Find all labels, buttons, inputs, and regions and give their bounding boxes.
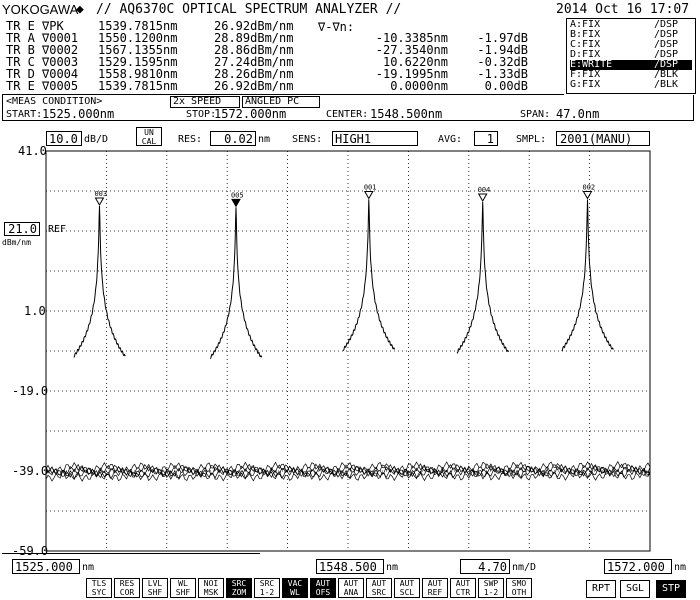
marker-004-icon <box>477 193 488 202</box>
softkey-src-1-2[interactable]: SRC 1-2 <box>254 578 280 598</box>
span-label: SPAN: <box>520 109 551 120</box>
sampling-field[interactable]: 2001(MANU) <box>556 131 650 146</box>
marker-label-003: 003 <box>94 190 107 198</box>
softkey-swp-1-2[interactable]: SWP 1-2 <box>478 578 504 598</box>
db-per-div-unit: dB/D <box>84 134 109 145</box>
marker-delta-power: 0.00dB <box>484 79 528 93</box>
softkey-src-zom[interactable]: SRC ZOM <box>226 578 252 598</box>
peak-trace-004 <box>456 201 509 354</box>
sensitivity-field[interactable]: HIGH1 <box>332 131 418 146</box>
noise-floor-trace <box>45 462 651 477</box>
x-stop-unit: nm <box>674 562 687 573</box>
rpt-button[interactable]: RPT <box>586 580 616 598</box>
marker-001-icon <box>363 190 374 200</box>
softkey-smo-oth[interactable]: SMO OTH <box>506 578 532 598</box>
ref-label: REF <box>48 224 67 235</box>
marker-003-icon <box>94 197 105 207</box>
res-unit: nm <box>258 134 271 145</box>
noise-floor-trace <box>45 464 651 479</box>
brand-name: YOKOGAWA <box>2 2 79 17</box>
x-stop-field[interactable]: 1572.000 <box>604 559 672 574</box>
marker-label-005: 005 <box>231 191 244 199</box>
start-label: START: <box>6 109 43 120</box>
y-tick-minus19: -19.0 <box>12 384 49 398</box>
sgl-button[interactable]: SGL <box>620 580 650 598</box>
marker-005-icon <box>231 198 241 208</box>
start-value: 1525.000nm <box>42 107 115 121</box>
res-label: RES: <box>178 134 203 145</box>
peak-trace-002 <box>561 199 614 352</box>
softkey-aut-src[interactable]: AUT SRC <box>366 578 392 598</box>
marker-wavelength: 1539.7815nm <box>98 79 178 93</box>
y-tick-minus39: -39.0 <box>12 464 49 478</box>
smpl-label: SMPL: <box>516 134 547 145</box>
softkey-aut-ref[interactable]: AUT REF <box>422 578 448 598</box>
db-per-div-field[interactable]: 10.0 <box>46 131 82 146</box>
average-field[interactable]: 1 <box>474 131 498 146</box>
softkey-tls-syc[interactable]: TLS SYC <box>86 578 112 598</box>
y-tick-bottom: -59.0 <box>12 544 49 558</box>
span-value: 47.0nm <box>556 107 600 121</box>
softkey-aut-ctr[interactable]: AUT CTR <box>450 578 476 598</box>
x-center-unit: nm <box>386 562 399 573</box>
datetime: 2014 Oct 16 17:07 <box>556 2 690 17</box>
marker-power: 26.92dBm/nm <box>214 79 294 93</box>
ref-unit: dBm/nm <box>2 238 31 247</box>
marker-trace: TR E <box>6 79 35 93</box>
uncal-indicator: UN CAL <box>136 127 162 146</box>
trace-name: G:FIX <box>570 79 601 90</box>
x-div-unit: nm/D <box>512 562 537 573</box>
marker-002-icon <box>582 191 593 200</box>
stp-button[interactable]: STP <box>656 580 686 598</box>
marker-name: ∇0005 <box>42 79 79 93</box>
center-value: 1548.500nm <box>370 107 443 121</box>
x-center-field[interactable]: 1548.500 <box>316 559 384 574</box>
meas-condition-label: <MEAS CONDITION> <box>6 96 103 107</box>
peak-trace-005 <box>209 207 263 360</box>
softkey-aut-ofs[interactable]: AUT OFS <box>310 578 336 598</box>
resolution-field[interactable]: 0.02 <box>210 131 256 146</box>
x-div-field[interactable]: 4.70 <box>460 559 510 574</box>
noise-floor-trace <box>45 460 651 475</box>
stop-label: STOP: <box>186 109 217 120</box>
noise-floor-trace <box>45 468 651 482</box>
sens-label: SENS: <box>292 134 323 145</box>
marker-label-004: 004 <box>478 186 491 194</box>
marker-diff-header: ∇-∇n: <box>318 20 355 34</box>
softkey-wl-shf[interactable]: WL SHF <box>170 578 196 598</box>
ref-level-field[interactable]: 21.0 <box>4 222 40 236</box>
avg-label: AVG: <box>438 134 463 145</box>
softkey-lvl-shf[interactable]: LVL SHF <box>142 578 168 598</box>
x-start-field[interactable]: 1525.000 <box>12 559 80 574</box>
y-tick-top: 41.0 <box>18 144 47 158</box>
instrument-title: // AQ6370C OPTICAL SPECTRUM ANALYZER // <box>96 2 402 17</box>
stop-value: 1572.000nm <box>214 107 287 121</box>
trace-mode: /BLK <box>654 79 679 90</box>
peak-trace-003 <box>73 205 126 358</box>
marker-label-002: 002 <box>582 184 595 192</box>
softkey-aut-scl[interactable]: AUT SCL <box>394 578 420 598</box>
softkey-vac-wl[interactable]: VAC WL <box>282 578 308 598</box>
softkey-aut-ana[interactable]: AUT ANA <box>338 578 364 598</box>
diamond-logo-icon: ◆ <box>76 2 84 17</box>
peak-trace-001 <box>342 199 395 352</box>
y-tick-1: 1.0 <box>24 304 46 318</box>
softkey-res-cor[interactable]: RES COR <box>114 578 140 598</box>
noise-floor-trace <box>45 466 651 481</box>
softkey-noi-msk[interactable]: NOI MSK <box>198 578 224 598</box>
marker-delta-wavelength: 0.0000nm <box>390 79 448 93</box>
marker-label-001: 001 <box>364 183 377 191</box>
x-start-unit: nm <box>82 562 95 573</box>
plot-frame <box>45 150 651 552</box>
trace-row-g[interactable]: G:FIX/BLK <box>570 80 692 90</box>
center-label: CENTER: <box>326 109 369 120</box>
